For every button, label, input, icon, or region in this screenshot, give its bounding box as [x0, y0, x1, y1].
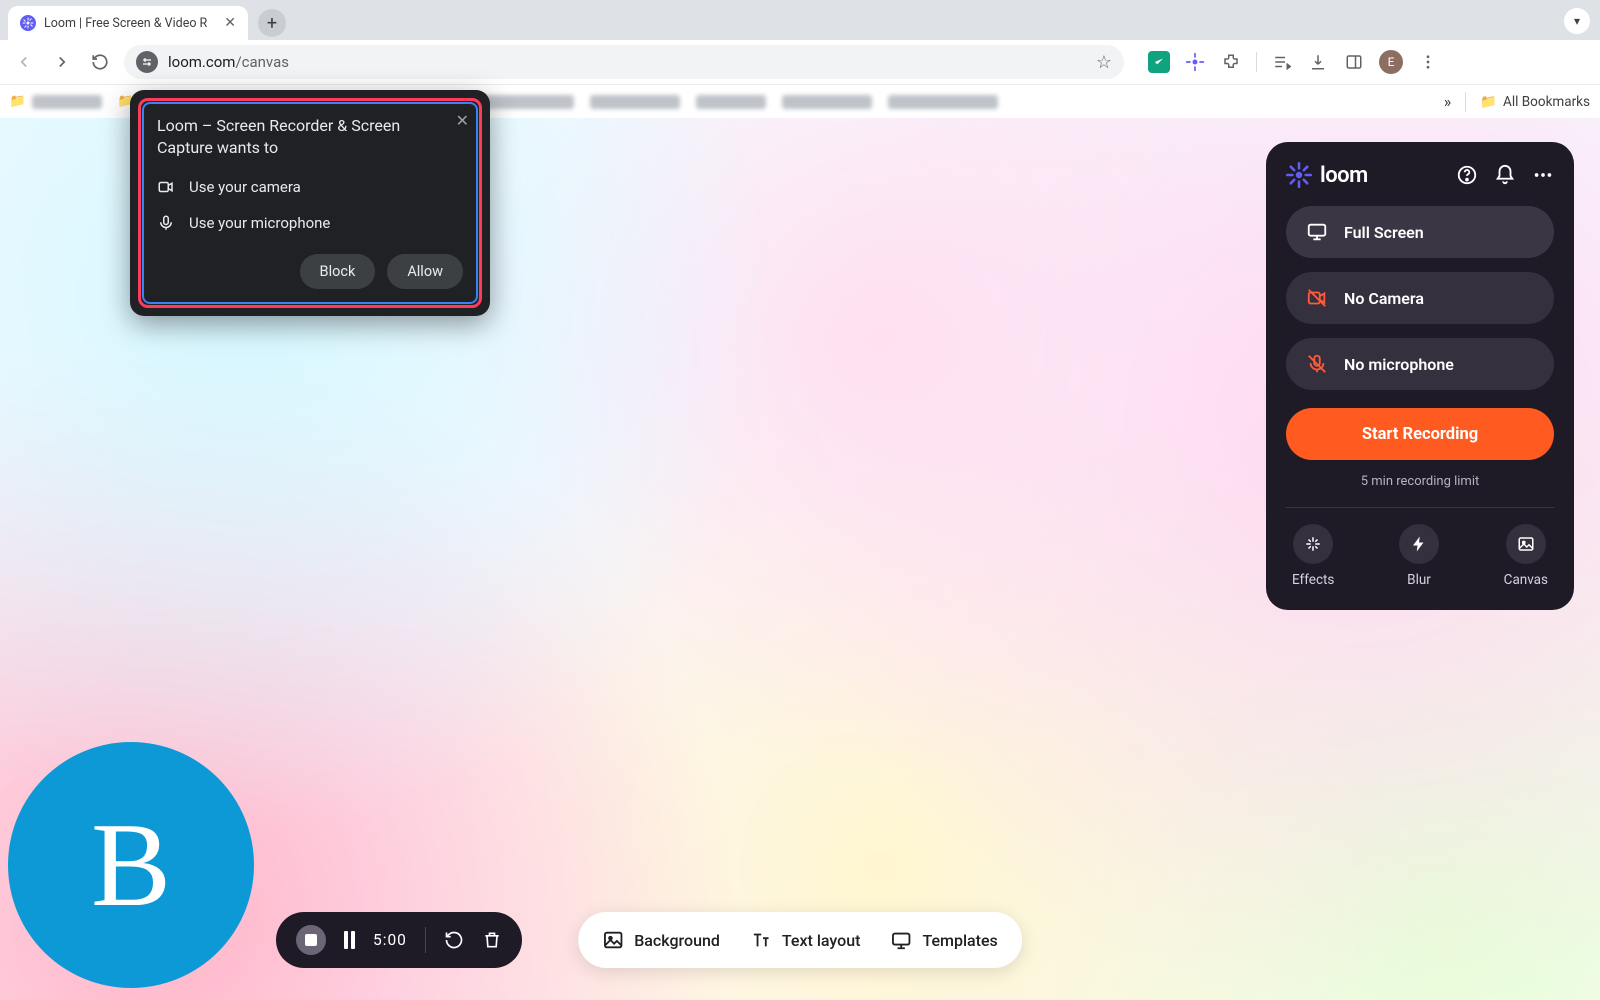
effects-button[interactable]: Effects — [1292, 524, 1334, 588]
site-settings-icon[interactable] — [136, 51, 158, 73]
microphone-label: No microphone — [1344, 355, 1454, 374]
templates-icon — [890, 929, 912, 951]
permission-camera-label: Use your camera — [189, 178, 301, 196]
loom-logo-icon — [1286, 162, 1312, 188]
loom-logo: loom — [1286, 162, 1368, 188]
microphone-icon — [157, 214, 175, 232]
folder-icon: 📁 — [10, 94, 26, 110]
microphone-select[interactable]: No microphone — [1286, 338, 1554, 390]
sparkle-icon — [1304, 535, 1322, 553]
back-button[interactable] — [10, 48, 38, 76]
blur-label: Blur — [1407, 572, 1431, 588]
browser-toolbar: loom.com/canvas ☆ E — [0, 40, 1600, 84]
bookmark-item[interactable] — [696, 95, 766, 109]
downloads-icon[interactable] — [1307, 51, 1329, 73]
bolt-icon — [1410, 535, 1428, 553]
close-icon[interactable]: ✕ — [456, 111, 469, 130]
more-icon[interactable] — [1532, 164, 1554, 186]
permission-title: Loom – Screen Recorder & Screen Capture … — [157, 115, 463, 160]
loom-extension-icon[interactable] — [1184, 51, 1206, 73]
bookmark-item[interactable] — [782, 95, 872, 109]
notifications-icon[interactable] — [1494, 164, 1516, 186]
templates-button[interactable]: Templates — [890, 929, 997, 951]
folder-icon: 📁 — [1480, 94, 1497, 110]
playlist-icon[interactable] — [1271, 51, 1293, 73]
stop-icon — [305, 934, 317, 946]
loom-logo-text: loom — [1320, 163, 1368, 188]
start-recording-button[interactable]: Start Recording — [1286, 408, 1554, 460]
text-icon — [750, 929, 772, 951]
recording-controls: 5:00 — [276, 912, 522, 968]
blur-button[interactable]: Blur — [1399, 524, 1439, 588]
side-panel-icon[interactable] — [1343, 51, 1365, 73]
bookmark-item[interactable] — [590, 95, 680, 109]
reload-button[interactable] — [86, 48, 114, 76]
help-icon[interactable] — [1456, 164, 1478, 186]
loom-recorder-panel: loom Full Screen No Camera No microphone… — [1266, 142, 1574, 610]
fullscreen-label: Full Screen — [1344, 223, 1424, 242]
templates-label: Templates — [922, 931, 997, 950]
image-icon — [602, 929, 624, 951]
stop-button[interactable] — [296, 925, 326, 955]
all-bookmarks-button[interactable]: 📁 All Bookmarks — [1480, 94, 1590, 110]
block-button[interactable]: Block — [300, 254, 376, 289]
all-bookmarks-label: All Bookmarks — [1503, 94, 1590, 110]
text-layout-label: Text layout — [782, 931, 861, 950]
camera-label: No Camera — [1344, 289, 1424, 308]
capture-mode-fullscreen[interactable]: Full Screen — [1286, 206, 1554, 258]
bookmark-folder[interactable]: 📁 — [10, 94, 102, 110]
separator — [1286, 507, 1554, 508]
canvas-label: Canvas — [1504, 572, 1548, 588]
address-bar[interactable]: loom.com/canvas ☆ — [124, 45, 1124, 79]
forward-button[interactable] — [48, 48, 76, 76]
camera-bubble[interactable]: B — [8, 742, 254, 988]
url-text: loom.com/canvas — [168, 53, 289, 71]
loom-favicon-icon — [20, 15, 36, 31]
restart-button[interactable] — [444, 930, 464, 950]
microphone-off-icon — [1306, 353, 1328, 375]
effects-label: Effects — [1292, 572, 1334, 588]
permission-camera-row: Use your camera — [157, 178, 463, 196]
image-icon — [1517, 535, 1535, 553]
extension-icon-1[interactable] — [1148, 51, 1170, 73]
camera-icon — [157, 178, 175, 196]
background-label: Background — [634, 931, 720, 950]
text-layout-button[interactable]: Text layout — [750, 929, 861, 951]
permission-dialog: ✕ Loom – Screen Recorder & Screen Captur… — [130, 90, 490, 316]
tab-strip: Loom | Free Screen & Video R ✕ + ▾ — [0, 0, 1600, 40]
bookmark-item[interactable] — [888, 95, 998, 109]
camera-off-icon — [1306, 287, 1328, 309]
bookmark-star-icon[interactable]: ☆ — [1096, 52, 1112, 73]
tab-title: Loom | Free Screen & Video R — [44, 16, 216, 31]
allow-button[interactable]: Allow — [387, 254, 463, 289]
delete-button[interactable] — [482, 930, 502, 950]
recording-time: 5:00 — [373, 931, 407, 949]
canvas-button[interactable]: Canvas — [1504, 524, 1548, 588]
canvas-toolbar: Background Text layout Templates — [578, 912, 1022, 968]
extensions-menu-icon[interactable] — [1220, 51, 1242, 73]
recording-limit-text: 5 min recording limit — [1286, 474, 1554, 489]
camera-select[interactable]: No Camera — [1286, 272, 1554, 324]
tab-close-icon[interactable]: ✕ — [224, 15, 236, 31]
monitor-icon — [1306, 221, 1328, 243]
separator — [1465, 92, 1466, 112]
separator — [425, 927, 426, 953]
extension-icons: E — [1148, 50, 1439, 74]
background-button[interactable]: Background — [602, 929, 720, 951]
chrome-menu-icon[interactable] — [1417, 51, 1439, 73]
separator — [1256, 52, 1257, 72]
permission-microphone-label: Use your microphone — [189, 214, 330, 232]
bookmarks-overflow-icon[interactable]: » — [1444, 92, 1452, 111]
permission-microphone-row: Use your microphone — [157, 214, 463, 232]
tabs-dropdown-icon[interactable]: ▾ — [1564, 8, 1590, 34]
browser-tab[interactable]: Loom | Free Screen & Video R ✕ — [8, 6, 248, 40]
pause-button[interactable] — [344, 931, 355, 949]
profile-avatar[interactable]: E — [1379, 50, 1403, 74]
new-tab-button[interactable]: + — [258, 9, 286, 37]
